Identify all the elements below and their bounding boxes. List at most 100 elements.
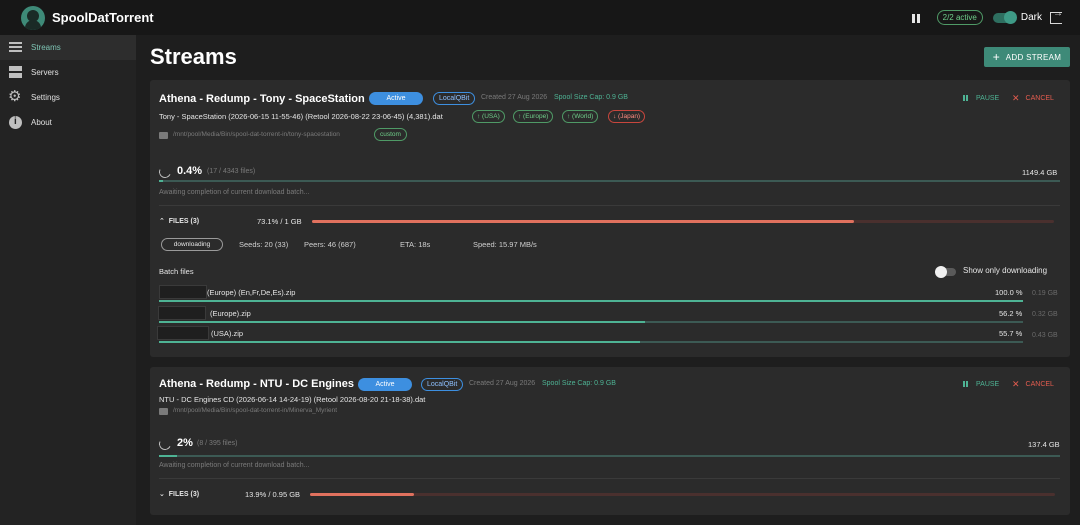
file-name: (Europe) (En,Fr,De,Es).zip [207, 288, 296, 297]
client-badge: LocalQBit [433, 92, 476, 105]
files-progress-bar [310, 493, 1055, 496]
cancel-button[interactable]: ✕ CANCEL [1012, 93, 1054, 104]
sidebar-item-label: Servers [31, 68, 59, 77]
files-progress-bar [312, 220, 1054, 223]
seeds-stat: Seeds: 20 (33) [239, 240, 289, 249]
file-progress-bar-fill [159, 300, 1023, 302]
pause-icon [962, 94, 970, 102]
progress-percent: 2% [177, 437, 193, 449]
speed-stat: Speed: 15.97 MB/s [473, 240, 537, 249]
folder-icon [159, 408, 168, 415]
file-progress-bar-fill [159, 321, 645, 323]
batch-files-label: Batch files [159, 267, 194, 276]
list-icon [9, 41, 22, 54]
spool-size-cap: Spool Size Cap: 0.9 GB [542, 380, 616, 387]
files-progress-text: 73.1% / 1 GB [257, 217, 302, 226]
cancel-label: CANCEL [1025, 381, 1054, 388]
show-only-downloading-toggle[interactable] [935, 266, 956, 278]
status-badge: Active [369, 92, 423, 105]
dat-file-name: Tony - SpaceStation (2026-06-15 11-55-46… [159, 112, 443, 121]
file-count: (17 / 4343 files) [207, 168, 256, 175]
file-progress-bar [159, 341, 1023, 343]
file-size: 0.32 GB [1032, 311, 1058, 318]
files-toggle[interactable]: ⌃ FILES (3) [159, 217, 199, 225]
show-only-downloading-label: Show only downloading [963, 266, 1048, 275]
dark-mode-label: Dark [1020, 12, 1042, 23]
eta-stat: ETA: 18s [400, 240, 431, 249]
file-progress-bar [159, 321, 1023, 323]
file-thumbnail [157, 326, 209, 340]
app-title: SpoolDatTorrent [52, 10, 154, 25]
files-progress-text: 13.9% / 0.95 GB [245, 490, 301, 499]
add-stream-button[interactable]: + ADD STREAM [984, 47, 1070, 67]
top-bar: SpoolDatTorrent 2/2 active Dark [0, 0, 1080, 35]
status-badge: Active [358, 378, 412, 391]
output-path: /mnt/pool/Media/Bin/spool-dat-torrent-in… [173, 407, 338, 414]
pause-icon [962, 380, 970, 388]
region-tag: ↑ (World) [562, 110, 599, 123]
progress-percent: 0.4% [177, 165, 203, 177]
stream-title: Athena - Redump - NTU - DC Engines [159, 378, 354, 390]
close-icon: ✕ [1012, 379, 1020, 389]
sidebar-item-label: About [31, 118, 52, 127]
file-name: (Europe).zip [210, 309, 251, 318]
sidebar-item-about[interactable]: About [0, 110, 136, 135]
created-date: Created 27 Aug 2026 [469, 380, 536, 387]
file-progress-bar [159, 300, 1023, 302]
stream-title: Athena - Redump - Tony - SpaceStation [159, 93, 365, 105]
file-size: 0.19 GB [1032, 290, 1058, 297]
output-path: /mnt/pool/Media/Bin/spool-dat-torrent-in… [173, 131, 340, 138]
pause-button[interactable]: PAUSE [962, 380, 999, 388]
info-icon [9, 116, 22, 129]
loading-spinner-icon [157, 164, 173, 180]
dark-mode-toggle[interactable] [992, 10, 1017, 24]
server-icon [9, 66, 22, 79]
total-size: 137.4 GB [1028, 440, 1060, 449]
sidebar-item-servers[interactable]: Servers [0, 60, 136, 85]
batch-status-chip: downloading [161, 238, 223, 251]
cancel-label: CANCEL [1025, 95, 1054, 102]
folder-icon [159, 132, 168, 139]
gear-icon [8, 87, 22, 105]
file-progress-bar-fill [159, 341, 641, 343]
file-thumbnail [158, 306, 206, 320]
cancel-button[interactable]: ✕ CANCEL [1012, 379, 1054, 390]
sidebar-item-settings[interactable]: Settings [0, 85, 136, 110]
sidebar-item-label: Settings [31, 93, 60, 102]
files-toggle-label: FILES (3) [168, 218, 200, 225]
files-toggle[interactable]: ⌄ FILES (3) [159, 490, 199, 498]
add-stream-label: ADD STREAM [1005, 52, 1062, 62]
created-date: Created 27 Aug 2026 [481, 94, 548, 101]
logout-icon[interactable] [1050, 8, 1063, 24]
app-logo-icon [21, 5, 45, 30]
sidebar: Streams Servers Settings About [0, 35, 136, 525]
page-title: Streams [150, 44, 237, 69]
progress-bar-fill [159, 180, 163, 182]
close-icon: ✕ [1012, 93, 1020, 103]
peers-stat: Peers: 46 (687) [304, 240, 356, 249]
plus-icon: + [992, 50, 1000, 64]
region-tag: ↑ (USA) [472, 110, 505, 123]
divider [159, 205, 1060, 206]
files-toggle-label: FILES (3) [168, 491, 200, 498]
files-progress-bar-fill [312, 220, 855, 223]
stream-card: Athena - Redump - Tony - SpaceStation Ac… [150, 80, 1070, 357]
sidebar-item-streams[interactable]: Streams [0, 35, 136, 60]
sidebar-item-label: Streams [31, 43, 61, 52]
path-tag: custom [374, 128, 407, 141]
file-count: (8 / 395 files) [197, 440, 238, 447]
pause-button[interactable]: PAUSE [962, 94, 999, 102]
awaiting-message: Awaiting completion of current download … [159, 462, 310, 469]
pause-label: PAUSE [976, 94, 1000, 102]
progress-bar-fill [159, 455, 178, 457]
file-percent: 55.7 % [999, 329, 1023, 338]
pause-all-icon[interactable] [909, 11, 923, 25]
file-percent: 100.0 % [995, 288, 1023, 297]
progress-bar [159, 180, 1060, 182]
loading-spinner-icon [157, 436, 173, 452]
region-tag: ↑ (Europe) [513, 110, 554, 123]
file-size: 0.43 GB [1032, 332, 1058, 339]
region-tag: ↓ (Japan) [608, 110, 646, 123]
awaiting-message: Awaiting completion of current download … [159, 189, 310, 196]
chevron-up-icon: ⌃ [159, 218, 165, 225]
